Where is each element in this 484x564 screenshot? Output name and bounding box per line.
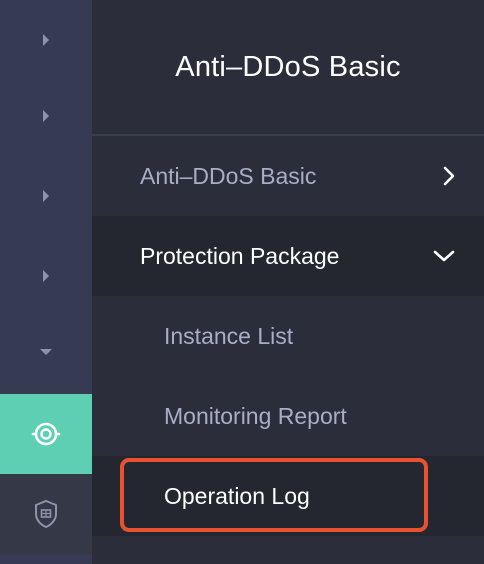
chevron-down-icon <box>432 249 456 263</box>
ddos-protection-icon <box>30 418 62 450</box>
icon-rail <box>0 0 92 564</box>
menu-item-label: Anti–DDoS Basic <box>140 162 317 189</box>
submenu-item-label: Instance List <box>164 322 294 349</box>
submenu-item-instance-list[interactable]: Instance List <box>92 296 484 376</box>
rail-item-5[interactable] <box>0 312 92 392</box>
rail-item-1[interactable] <box>0 0 92 80</box>
chevron-right-icon <box>41 269 51 283</box>
chevron-right-icon <box>41 109 51 123</box>
submenu-item-label: Monitoring Report <box>164 402 347 429</box>
rail-item-2[interactable] <box>0 76 92 156</box>
panel-title: Anti–DDoS Basic <box>175 50 401 83</box>
shield-icon <box>33 499 59 529</box>
caret-down-icon <box>39 347 53 357</box>
rail-item-4[interactable] <box>0 236 92 316</box>
submenu-item-label: Operation Log <box>164 482 310 509</box>
chevron-right-icon <box>442 165 456 187</box>
menu-item-anti-ddos-basic[interactable]: Anti–DDoS Basic <box>92 136 484 216</box>
submenu-item-operation-log[interactable]: Operation Log <box>92 456 484 536</box>
submenu-item-monitoring-report[interactable]: Monitoring Report <box>92 376 484 456</box>
chevron-right-icon <box>41 33 51 47</box>
product-menu-panel: Anti–DDoS Basic Anti–DDoS Basic Protecti… <box>92 0 484 564</box>
menu-item-label: Protection Package <box>140 242 340 269</box>
rail-item-anti-ddos[interactable] <box>0 394 92 474</box>
menu-item-protection-package[interactable]: Protection Package <box>92 216 484 296</box>
rail-item-3[interactable] <box>0 156 92 236</box>
rail-item-shield[interactable] <box>0 474 92 554</box>
chevron-right-icon <box>41 189 51 203</box>
